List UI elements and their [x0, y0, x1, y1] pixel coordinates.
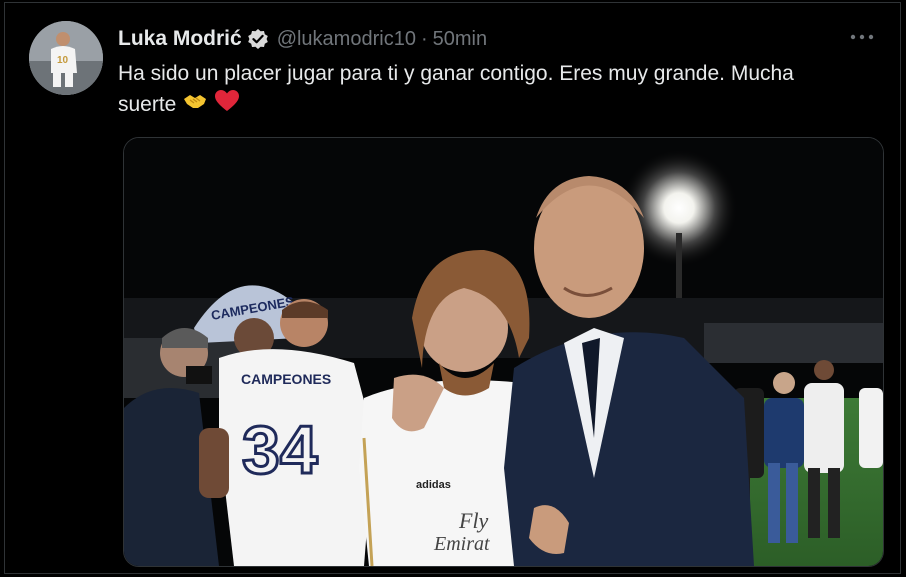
handshake-icon: [182, 90, 208, 121]
red-heart-icon: [214, 89, 240, 122]
avatar[interactable]: 10: [29, 21, 103, 95]
tweet-timestamp[interactable]: 50min: [433, 28, 487, 51]
jersey-number: 34: [242, 412, 318, 488]
author-name[interactable]: Luka Modrić: [118, 27, 242, 51]
tweet-text-line1: Ha sido un placer jugar para ti y ganar …: [118, 62, 794, 85]
more-options-icon[interactable]: [848, 27, 876, 47]
author-handle[interactable]: @lukamodric10: [277, 28, 416, 51]
tweet-text-line2: suerte: [118, 93, 177, 117]
tweet-text: Ha sido un placer jugar para ti y ganar …: [118, 59, 858, 122]
sponsor-text-2: Emirat: [433, 533, 490, 555]
tweet-header: Luka Modrić @lukamodric10 · 50min: [118, 25, 487, 53]
brand-text: adidas: [416, 479, 451, 491]
separator-dot: ·: [420, 27, 428, 50]
verified-badge-icon: [247, 28, 269, 50]
jersey-back-text: CAMPEONES: [241, 371, 331, 387]
tweet-photo[interactable]: CAMPEONES CAMPEONES 34 adidas Fly Emirat: [123, 137, 884, 567]
sponsor-text: Fly: [458, 508, 489, 533]
avatar-jersey-number: 10: [57, 55, 69, 66]
tweet-card[interactable]: 10 Luka Modrić @lukamodric10 · 50min Ha …: [4, 2, 901, 574]
